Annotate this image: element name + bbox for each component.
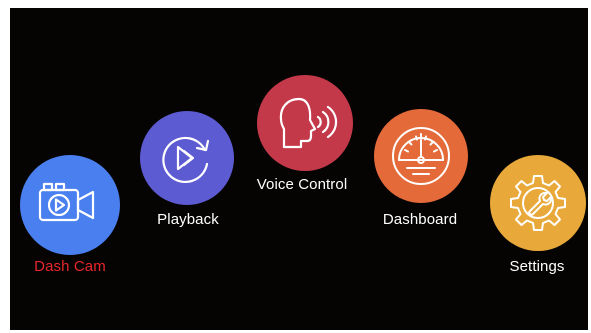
voice-control-circle[interactable] <box>257 75 353 171</box>
dash-cam-circle[interactable] <box>20 155 120 255</box>
head-unit-screen: Dash Cam Playback Voice Control Dashboar… <box>10 8 588 330</box>
dash-cam-label: Dash Cam <box>34 258 106 275</box>
replay-icon <box>162 136 210 184</box>
settings-circle[interactable] <box>490 155 586 251</box>
dashboard-label: Dashboard <box>382 211 458 228</box>
playback-label: Playback <box>157 211 219 228</box>
gear-wrench-icon <box>510 175 566 231</box>
camera-play-icon <box>38 182 95 222</box>
voice-control-label: Voice Control <box>256 176 348 193</box>
gauge-icon <box>392 127 450 185</box>
settings-label: Settings <box>509 258 565 275</box>
dashboard-circle[interactable] <box>374 109 468 203</box>
voice-head-icon <box>279 97 338 149</box>
playback-circle[interactable] <box>140 111 234 205</box>
